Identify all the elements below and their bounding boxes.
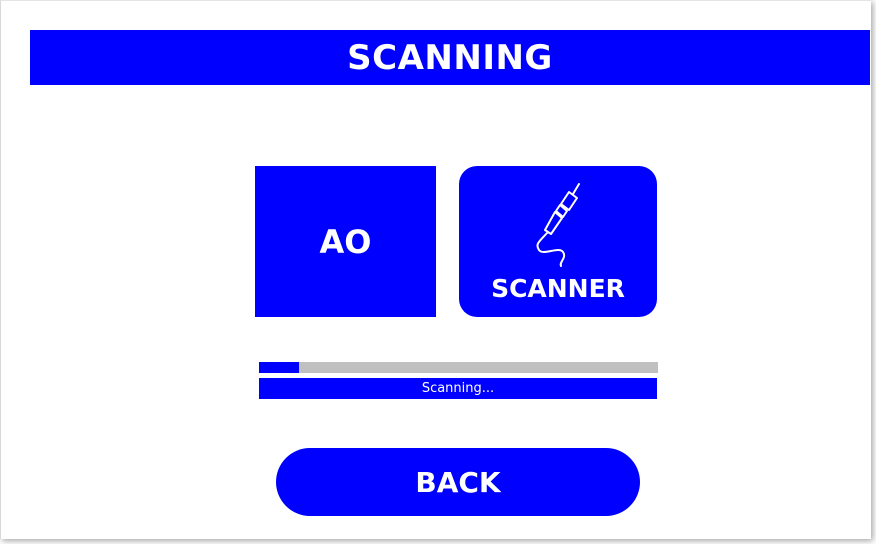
- status-bar: Scanning...: [259, 378, 657, 399]
- back-button[interactable]: BACK: [276, 448, 640, 516]
- scan-progress-bar: [259, 362, 658, 373]
- scanner-probe-icon: [536, 183, 580, 267]
- scanner-tile-label: SCANNER: [491, 274, 625, 303]
- scanner-tile[interactable]: SCANNER: [459, 166, 657, 317]
- app-window: SCANNING AO SCANNER Scanning... BACK: [0, 0, 871, 539]
- page-title: SCANNING: [347, 37, 553, 78]
- ao-tile-label: AO: [319, 222, 372, 261]
- title-bar: SCANNING: [30, 30, 870, 85]
- scan-progress-fill: [259, 362, 299, 373]
- status-text: Scanning...: [421, 381, 495, 396]
- ao-tile[interactable]: AO: [255, 166, 436, 317]
